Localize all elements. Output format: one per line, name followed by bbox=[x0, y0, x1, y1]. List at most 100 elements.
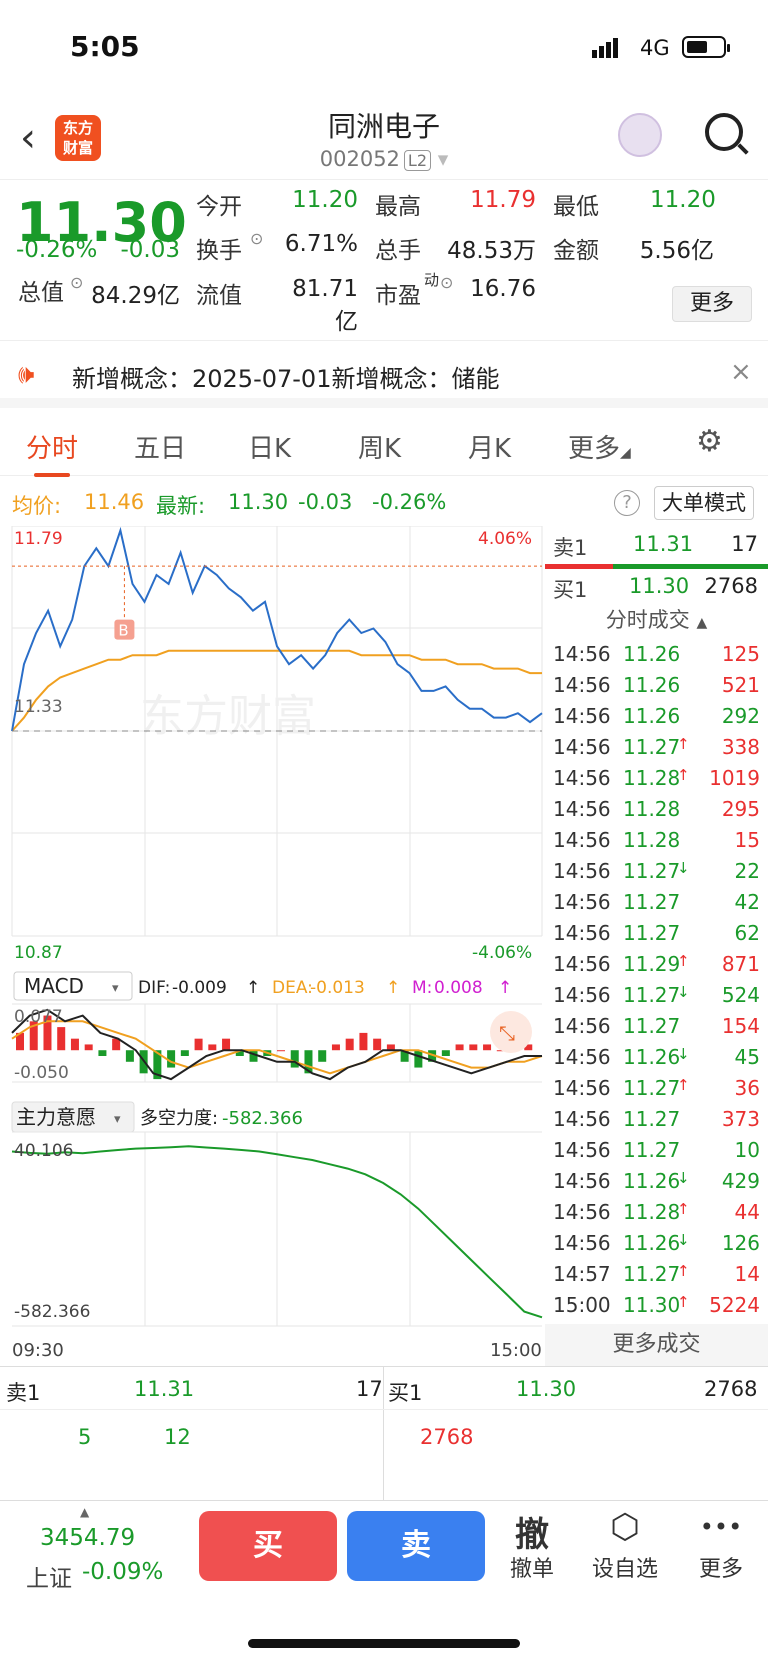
caret-up-icon: ▲ bbox=[696, 615, 708, 631]
sell1-row[interactable]: 卖1 11.31 17 bbox=[545, 526, 768, 564]
tick-time: 14:56 bbox=[553, 735, 611, 759]
tick-volume: 521 bbox=[721, 673, 760, 697]
ticks-title: 分时成交 bbox=[605, 608, 690, 632]
sell-button[interactable]: 卖 bbox=[347, 1511, 485, 1581]
tick-time: 14:56 bbox=[553, 1107, 611, 1131]
add-watchlist-button[interactable]: ⬡ 设自选 bbox=[590, 1507, 660, 1583]
more-label: 更多 bbox=[698, 1557, 743, 1582]
m-arrow: ↑ bbox=[498, 978, 512, 998]
tick-time: 14:56 bbox=[553, 1200, 611, 1224]
tick-row: 14:56 11.26 125 bbox=[545, 639, 768, 670]
macd-bar bbox=[469, 1044, 478, 1051]
macd-bar bbox=[277, 1050, 285, 1052]
tick-time: 14:56 bbox=[553, 1231, 611, 1255]
tick-price: 11.26 bbox=[623, 704, 681, 728]
tick-volume: 292 bbox=[721, 704, 760, 728]
macd-bar bbox=[98, 1050, 107, 1056]
cancel-label: 撤单 bbox=[509, 1557, 554, 1582]
index-value[interactable]: 3454.79 bbox=[40, 1525, 135, 1551]
tick-row: 14:56 11.28 295 bbox=[545, 794, 768, 825]
pe-dynamic-sup: 动 bbox=[424, 271, 440, 289]
battery-icon bbox=[682, 36, 730, 58]
macd-bar bbox=[70, 1038, 79, 1051]
search-icon[interactable] bbox=[705, 113, 743, 151]
tick-price: 11.26 bbox=[623, 1231, 681, 1255]
index-pct[interactable]: -0.09% bbox=[82, 1559, 163, 1585]
chart-svg[interactable]: 东方财富 11.79 4.06% 11.33 10.87 -4.06% B MA… bbox=[0, 525, 545, 1386]
settings-gear-icon[interactable]: ⚙ bbox=[696, 424, 723, 459]
watermark: 东方财富 bbox=[140, 692, 316, 741]
tick-price: 11.27 bbox=[623, 890, 681, 914]
tick-volume: 62 bbox=[734, 921, 760, 945]
close-icon[interactable]: × bbox=[730, 357, 752, 387]
more-button[interactable]: ••• 更多 bbox=[686, 1507, 756, 1583]
axis-ref-price: 11.33 bbox=[14, 697, 63, 717]
depth-sell1-label: 卖1 bbox=[6, 1381, 41, 1405]
dea-label: DEA: bbox=[272, 978, 313, 998]
tick-time: 14:56 bbox=[553, 1076, 611, 1100]
info-icon[interactable]: ⊙ bbox=[70, 273, 83, 292]
tick-volume: 45 bbox=[734, 1045, 760, 1069]
last-change: -0.03 bbox=[298, 490, 353, 514]
open-label: 今开 bbox=[196, 194, 242, 220]
avg-price-value: 11.46 bbox=[84, 490, 145, 514]
tick-arrow: ↓ bbox=[677, 1231, 690, 1249]
assistant-avatar-icon[interactable] bbox=[618, 113, 662, 157]
tick-row: 14:56 11.27 ↓ 524 bbox=[545, 980, 768, 1011]
tick-arrow: ↑ bbox=[677, 735, 690, 753]
tick-volume: 154 bbox=[721, 1014, 760, 1038]
tick-arrow: ↓ bbox=[677, 983, 690, 1001]
tick-arrow: ↑ bbox=[677, 1293, 690, 1311]
buy1-label: 买1 bbox=[553, 578, 588, 602]
axis-min-price: 10.87 bbox=[14, 943, 63, 963]
macd-bar bbox=[318, 1050, 327, 1062]
intraday-chart[interactable]: 东方财富 11.79 4.06% 11.33 10.87 -4.06% B MA… bbox=[0, 525, 545, 1386]
macd-bar bbox=[194, 1038, 203, 1051]
tab-five-day[interactable]: 五日 bbox=[134, 428, 186, 465]
tick-time: 14:57 bbox=[553, 1262, 611, 1286]
tick-arrow: ↑ bbox=[677, 1262, 690, 1280]
ticks-header[interactable]: 分时成交 ▲ bbox=[545, 604, 768, 636]
big-order-mode-button[interactable]: 大单模式 bbox=[654, 486, 754, 520]
float-cap-label: 流值 bbox=[196, 283, 242, 309]
flow-label: 主力意愿 bbox=[16, 1105, 96, 1129]
buy1-price: 11.30 bbox=[629, 574, 690, 598]
tick-price: 11.26 bbox=[623, 673, 681, 697]
tick-row: 14:56 11.27 ↑ 338 bbox=[545, 732, 768, 763]
signal-icon bbox=[592, 38, 620, 58]
tick-price: 11.28 bbox=[623, 766, 681, 790]
info-icon[interactable]: ⊙ bbox=[440, 273, 453, 292]
info-icon[interactable]: ⊙ bbox=[250, 229, 263, 248]
time-end: 15:00 bbox=[490, 1340, 542, 1361]
tab-daily-k[interactable]: 日K bbox=[248, 428, 291, 465]
macd-label: MACD bbox=[24, 974, 84, 998]
time-start: 09:30 bbox=[12, 1340, 64, 1361]
tick-price: 11.28 bbox=[623, 1200, 681, 1224]
depth-sell1-price: 11.31 bbox=[134, 1377, 195, 1401]
chart-period-tabs: 分时 五日 日K 周K 月K 更多◢ ⚙ bbox=[0, 418, 768, 477]
tab-monthly-k[interactable]: 月K bbox=[468, 428, 511, 465]
depth-strip: 卖1 11.31 17 买1 11.30 2768 5 12 2768 bbox=[0, 1366, 768, 1501]
cancel-order-button[interactable]: 撤撤单 bbox=[497, 1507, 567, 1583]
buy-button[interactable]: 买 bbox=[199, 1511, 337, 1581]
market-cap: 84.29亿 bbox=[91, 283, 180, 309]
macd-bar bbox=[414, 1050, 423, 1068]
tick-row: 14:56 11.27 42 bbox=[545, 887, 768, 918]
index-name[interactable]: 上证 bbox=[26, 1559, 72, 1593]
more-quote-button[interactable]: 更多 bbox=[672, 286, 752, 322]
tab-more[interactable]: 更多◢ bbox=[568, 428, 631, 465]
concept-notice[interactable]: 🕪 新增概念：2025-07-01新增概念：储能 × bbox=[0, 342, 768, 408]
buy1-row[interactable]: 买1 11.30 2768 bbox=[545, 568, 768, 606]
tab-weekly-k[interactable]: 周K bbox=[358, 428, 401, 465]
more-ticks-button[interactable]: 更多成交 bbox=[545, 1324, 768, 1366]
chevron-down-icon: ▾ bbox=[437, 147, 449, 171]
macd-bar bbox=[483, 1044, 492, 1051]
tab-intraday[interactable]: 分时 bbox=[26, 428, 78, 477]
tick-price: 11.28 bbox=[623, 797, 681, 821]
macd-bar bbox=[290, 1050, 299, 1068]
network-type: 4G bbox=[640, 36, 670, 60]
help-icon[interactable]: ? bbox=[614, 490, 640, 516]
tick-row: 14:56 11.28 ↑ 44 bbox=[545, 1197, 768, 1228]
macd-bar bbox=[373, 1038, 382, 1051]
change-amount: -0.03 bbox=[120, 237, 180, 263]
